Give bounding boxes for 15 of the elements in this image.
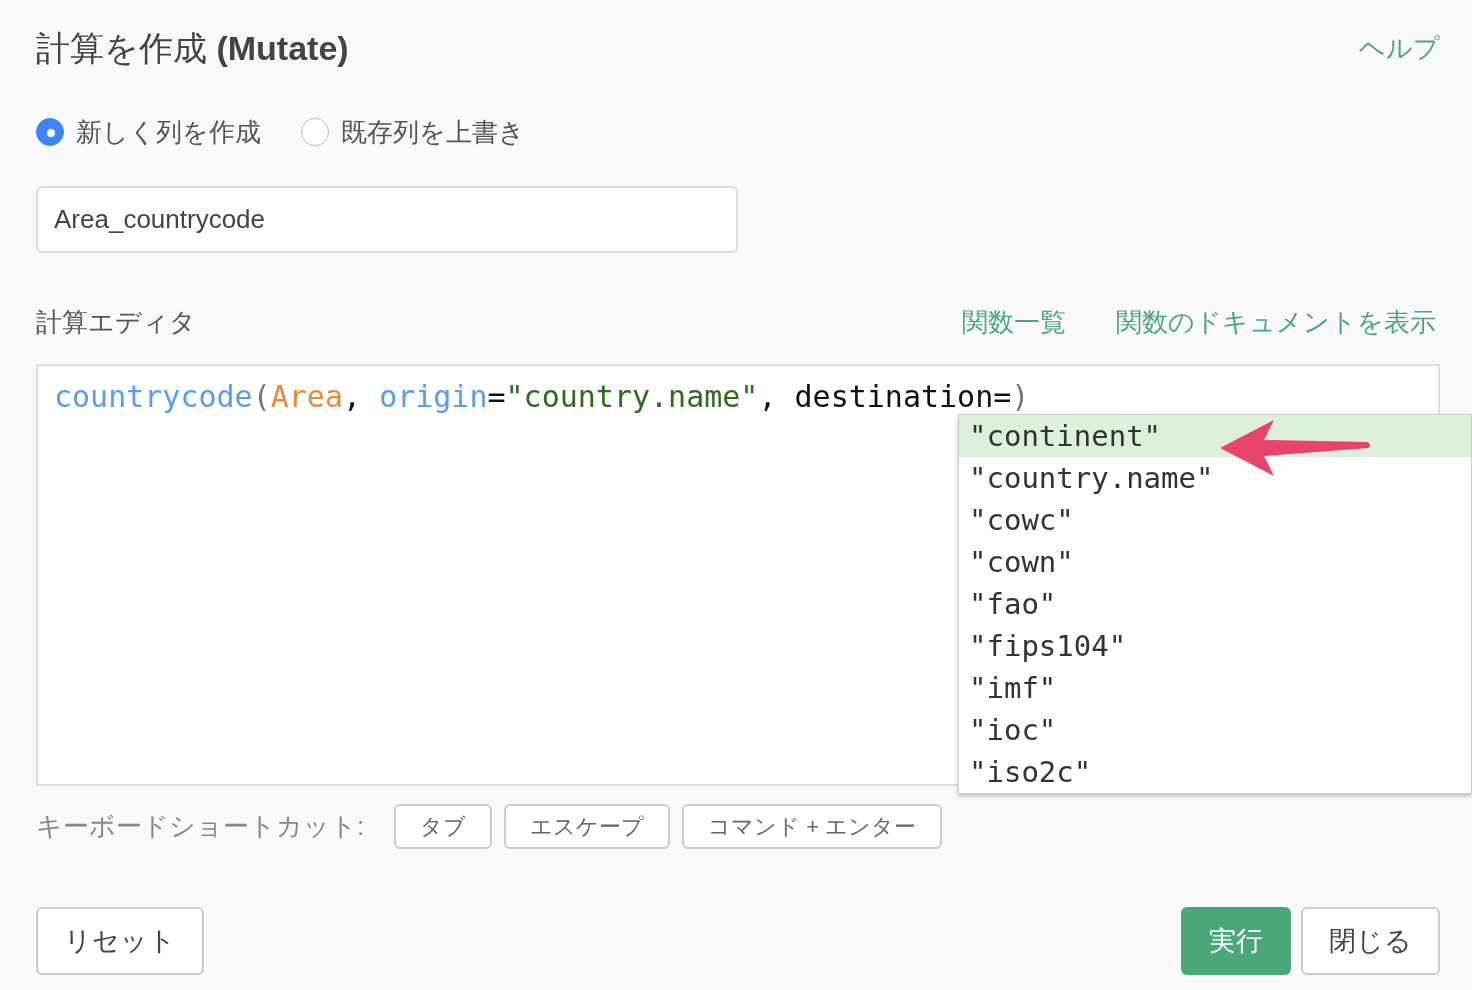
radio-button[interactable] (36, 118, 64, 147)
radio-label: 新しく列を作成 (76, 115, 261, 149)
close-button[interactable]: 閉じる (1301, 906, 1440, 976)
column-name-field[interactable]: Area_countrycode (36, 185, 738, 253)
radio-button[interactable] (301, 118, 329, 147)
shortcut-label: キーボードショートカット: (36, 809, 365, 843)
reset-button[interactable]: リセット (36, 906, 204, 976)
shortcut-key[interactable]: タブ (394, 803, 493, 849)
radio-label: 既存列を上書き (341, 115, 525, 149)
shortcut-key[interactable]: コマンド + エンター (682, 803, 943, 849)
autocomplete-item[interactable]: "continent" (959, 414, 1471, 457)
code-line: countrycode(Area, origin="country.name", destination=) (54, 378, 1030, 414)
editor-label: 計算エディタ (36, 305, 196, 339)
shortcut-key[interactable]: エスケープ (504, 803, 671, 849)
dialog-title: 計算を作成 (Mutate) (36, 28, 349, 69)
